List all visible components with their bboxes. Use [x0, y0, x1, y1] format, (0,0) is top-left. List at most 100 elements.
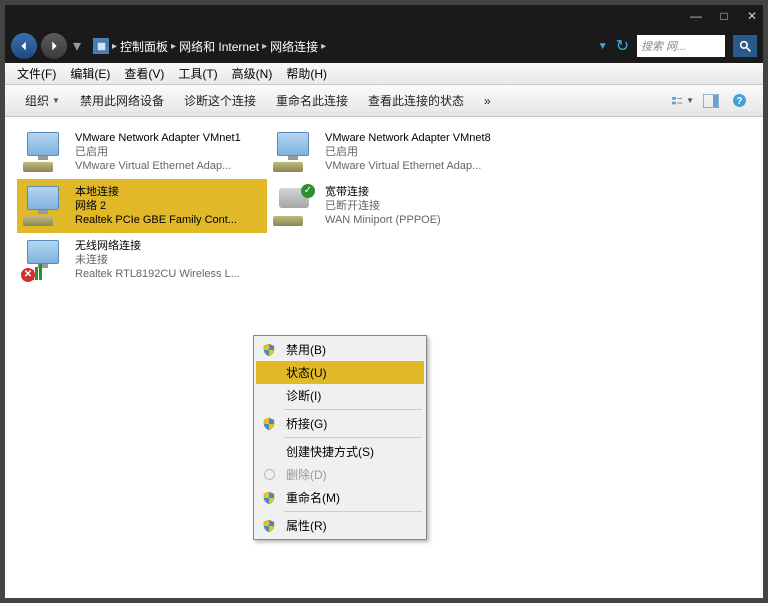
menu-tools[interactable]: 工具(T) — [172, 63, 223, 84]
connection-device: VMware Virtual Ethernet Adap... — [75, 159, 241, 173]
connection-icon: ✕ — [21, 238, 69, 282]
connection-status: 网络 2 — [75, 199, 237, 213]
context-menu-label: 禁用(B) — [286, 341, 326, 358]
toolbar-disable[interactable]: 禁用此网络设备 — [70, 89, 174, 112]
context-menu: 禁用(B) 状态(U) 诊断(I) 桥接(G) 创建快捷方式(S) 删除(D) 重命名(M)… — [253, 335, 427, 540]
menu-separator — [284, 437, 422, 438]
context-menu-label: 删除(D) — [286, 466, 327, 483]
context-menu-label: 状态(U) — [286, 364, 327, 381]
maximize-button[interactable]: □ — [717, 10, 731, 24]
context-menu-item[interactable]: 重命名(M) — [256, 486, 424, 509]
context-menu-label: 创建快捷方式(S) — [286, 443, 374, 460]
connection-item[interactable]: ✓ 宽带连接已断开连接WAN Miniport (PPPOE) — [267, 179, 517, 233]
titlebar: — □ ✕ — [5, 5, 763, 29]
address-dropdown-icon[interactable]: ▼ — [598, 41, 608, 52]
nav-history-dropdown[interactable]: ▾ — [71, 36, 83, 56]
svg-text:?: ? — [736, 96, 742, 107]
connection-device: Realtek PCIe GBE Family Cont... — [75, 213, 237, 227]
shield-icon — [262, 519, 276, 533]
context-menu-label: 诊断(I) — [286, 387, 321, 404]
breadcrumb-item[interactable]: 网络连接 — [270, 38, 318, 55]
menu-help[interactable]: 帮助(H) — [280, 63, 333, 84]
search-input[interactable]: 搜索 网... — [637, 35, 725, 57]
connection-device: VMware Virtual Ethernet Adap... — [325, 159, 491, 173]
connection-item[interactable]: VMware Network Adapter VMnet8已启用VMware V… — [267, 125, 517, 179]
menu-separator — [284, 511, 422, 512]
close-button[interactable]: ✕ — [745, 10, 759, 24]
connection-item[interactable]: ✕ 无线网络连接未连接Realtek RTL8192CU Wireless L..… — [17, 233, 267, 287]
connection-text: 本地连接网络 2Realtek PCIe GBE Family Cont... — [75, 185, 237, 227]
menubar: 文件(F) 编辑(E) 查看(V) 工具(T) 高级(N) 帮助(H) — [5, 63, 763, 85]
connection-device: WAN Miniport (PPPOE) — [325, 213, 441, 227]
context-menu-item[interactable]: 桥接(G) — [256, 412, 424, 435]
control-panel-icon — [93, 38, 109, 54]
forward-button[interactable] — [41, 33, 67, 59]
chevron-right-icon: ▸ — [262, 41, 267, 52]
context-menu-item[interactable]: 创建快捷方式(S) — [256, 440, 424, 463]
disconnected-badge-icon: ✕ — [21, 268, 35, 282]
toolbar-status[interactable]: 查看此连接的状态 — [358, 89, 474, 112]
connection-text: VMware Network Adapter VMnet8已启用VMware V… — [325, 131, 491, 173]
connection-status: 已启用 — [325, 145, 491, 159]
context-menu-item[interactable]: 状态(U) — [256, 361, 424, 384]
view-options-button[interactable]: ▼ — [672, 90, 694, 112]
toolbar-rename[interactable]: 重命名此连接 — [266, 89, 358, 112]
connection-name: VMware Network Adapter VMnet1 — [75, 131, 241, 145]
connection-icon — [21, 184, 69, 228]
context-menu-label: 桥接(G) — [286, 415, 327, 432]
content-area: VMware Network Adapter VMnet1已启用VMware V… — [5, 117, 763, 598]
context-menu-item: 删除(D) — [256, 463, 424, 486]
organize-button[interactable]: 组织▼ — [15, 89, 70, 112]
menu-advanced[interactable]: 高级(N) — [226, 63, 279, 84]
preview-pane-button[interactable] — [700, 90, 722, 112]
connection-item[interactable]: 本地连接网络 2Realtek PCIe GBE Family Cont... — [17, 179, 267, 233]
delete-icon — [264, 469, 275, 480]
window: — □ ✕ ▾ ▸ 控制面板 ▸ 网络和 Internet ▸ 网络连接 ▸ ▼… — [5, 5, 763, 598]
shield-icon — [262, 343, 276, 357]
toolbar: 组织▼ 禁用此网络设备 诊断这个连接 重命名此连接 查看此连接的状态 » ▼ ? — [5, 85, 763, 117]
toolbar-diagnose[interactable]: 诊断这个连接 — [174, 89, 266, 112]
connection-status: 未连接 — [75, 253, 240, 267]
context-menu-item[interactable]: 属性(R) — [256, 514, 424, 537]
connection-status: 已启用 — [75, 145, 241, 159]
connection-item[interactable]: VMware Network Adapter VMnet1已启用VMware V… — [17, 125, 267, 179]
connection-icon — [271, 130, 319, 174]
menu-edit[interactable]: 编辑(E) — [64, 63, 116, 84]
connection-text: VMware Network Adapter VMnet1已启用VMware V… — [75, 131, 241, 173]
connection-device: Realtek RTL8192CU Wireless L... — [75, 267, 240, 281]
arrow-right-icon — [47, 39, 61, 53]
chevron-right-icon: ▸ — [321, 41, 326, 52]
menu-view[interactable]: 查看(V) — [118, 63, 170, 84]
connection-name: 无线网络连接 — [75, 239, 240, 253]
menu-separator — [284, 409, 422, 410]
breadcrumb-item[interactable]: 控制面板 — [120, 38, 168, 55]
search-button[interactable] — [733, 35, 757, 57]
connection-icon: ✓ — [271, 184, 319, 228]
shield-icon — [262, 417, 276, 431]
chevron-right-icon: ▸ — [112, 41, 117, 52]
ok-badge-icon: ✓ — [301, 184, 315, 198]
connection-status: 已断开连接 — [325, 199, 441, 213]
context-menu-label: 重命名(M) — [286, 489, 340, 506]
connection-icon — [21, 130, 69, 174]
help-button[interactable]: ? — [728, 90, 750, 112]
nav-right: ▼ ↻ 搜索 网... — [598, 35, 757, 57]
menu-file[interactable]: 文件(F) — [11, 63, 62, 84]
connection-name: 本地连接 — [75, 185, 237, 199]
context-menu-item[interactable]: 诊断(I) — [256, 384, 424, 407]
back-button[interactable] — [11, 33, 37, 59]
refresh-button[interactable]: ↻ — [616, 36, 629, 56]
chevron-right-icon: ▸ — [171, 41, 176, 52]
navbar: ▾ ▸ 控制面板 ▸ 网络和 Internet ▸ 网络连接 ▸ ▼ ↻ 搜索 … — [5, 29, 763, 63]
context-menu-label: 属性(R) — [286, 517, 327, 534]
breadcrumb-item[interactable]: 网络和 Internet — [179, 38, 259, 55]
connection-text: 无线网络连接未连接Realtek RTL8192CU Wireless L... — [75, 239, 240, 281]
search-icon — [739, 40, 752, 53]
connection-name: VMware Network Adapter VMnet8 — [325, 131, 491, 145]
arrow-left-icon — [17, 39, 31, 53]
toolbar-overflow[interactable]: » — [474, 91, 501, 111]
context-menu-item[interactable]: 禁用(B) — [256, 338, 424, 361]
minimize-button[interactable]: — — [689, 10, 703, 24]
connection-text: 宽带连接已断开连接WAN Miniport (PPPOE) — [325, 185, 441, 227]
breadcrumb[interactable]: ▸ 控制面板 ▸ 网络和 Internet ▸ 网络连接 ▸ — [87, 38, 594, 55]
